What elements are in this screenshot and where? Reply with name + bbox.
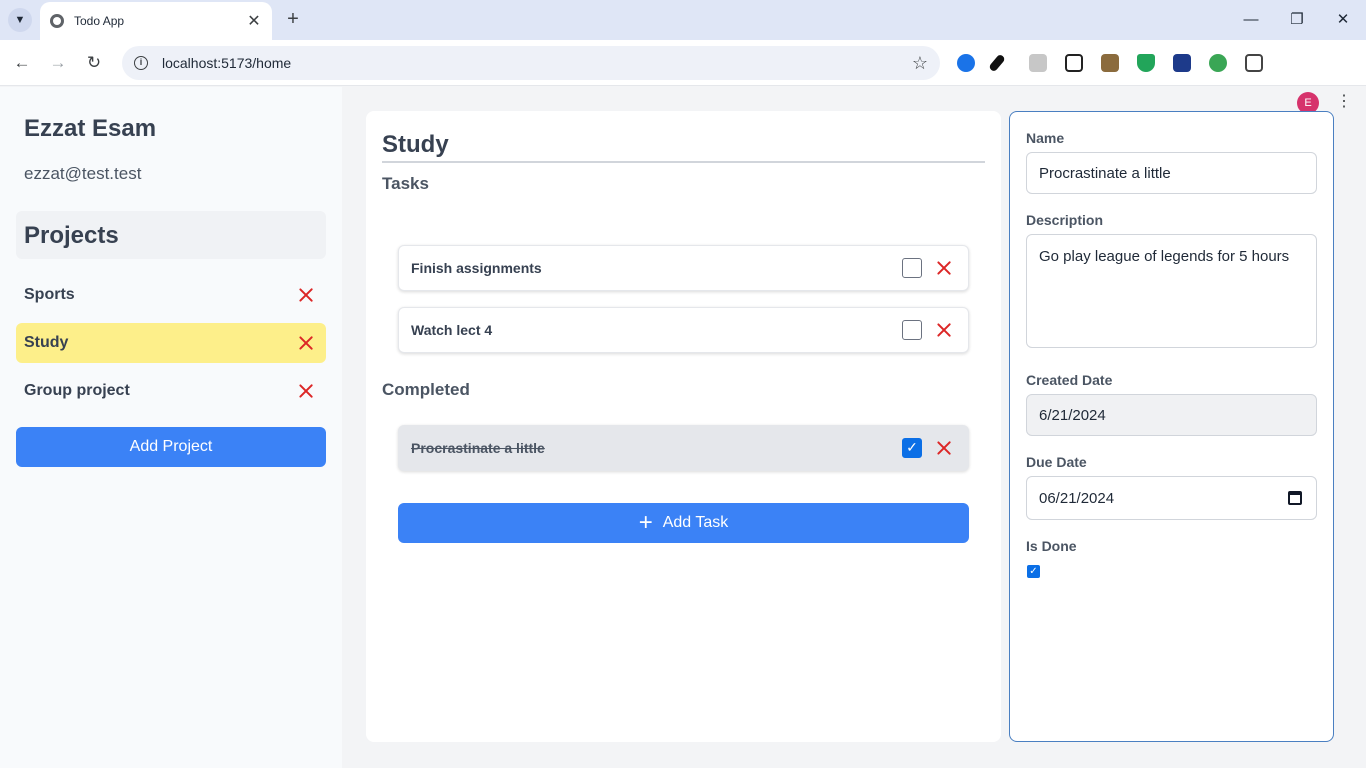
extension-shield-icon[interactable] <box>1137 54 1155 72</box>
browser-tab-strip: ▼ Todo App ✕ + — ❐ ✕ <box>0 0 1366 40</box>
restore-icon[interactable]: ❐ <box>1285 8 1309 32</box>
due-date-input[interactable]: 06/21/2024 <box>1026 476 1317 520</box>
projects-heading: Projects <box>24 222 119 249</box>
extension-globe-icon[interactable] <box>1209 54 1227 72</box>
delete-task-icon[interactable] <box>932 256 956 280</box>
url-text[interactable]: localhost:5173/home <box>162 55 912 71</box>
name-label: Name <box>1026 130 1065 146</box>
tab-favicon-icon <box>50 14 64 28</box>
task-row[interactable]: Finish assignments <box>398 245 969 291</box>
sidebar: Ezzat Esam ezzat@test.test Projects Spor… <box>0 87 342 768</box>
completed-task-row[interactable]: Procrastinate a little ✓ <box>398 425 969 471</box>
forward-arrow-icon[interactable]: → <box>46 51 70 75</box>
created-date-label: Created Date <box>1026 372 1113 388</box>
minimize-icon[interactable]: — <box>1239 8 1263 32</box>
delete-task-icon[interactable] <box>932 436 956 460</box>
new-tab-plus-icon[interactable]: + <box>282 8 304 30</box>
task-checkbox-checked[interactable]: ✓ <box>902 438 922 458</box>
project-item-group-project[interactable]: Group project <box>16 371 326 411</box>
extension-animal-icon[interactable] <box>1101 54 1119 72</box>
site-info-icon[interactable]: i <box>134 56 148 70</box>
browser-tab[interactable]: Todo App ✕ <box>40 2 272 40</box>
task-row[interactable]: Watch lect 4 <box>398 307 969 353</box>
delete-project-icon[interactable] <box>294 331 318 355</box>
project-label: Sports <box>24 286 75 303</box>
user-email: ezzat@test.test <box>24 164 142 183</box>
project-panel: Study Tasks Finish assignments Watch lec… <box>366 111 1001 742</box>
add-project-button[interactable]: Add Project <box>16 427 326 467</box>
extension-blue-icon[interactable] <box>1173 54 1191 72</box>
back-arrow-icon[interactable]: ← <box>10 51 34 75</box>
task-checkbox[interactable] <box>902 258 922 278</box>
delete-task-icon[interactable] <box>932 318 956 342</box>
description-value: Go play league of legends for 5 hours <box>1039 248 1290 265</box>
is-done-label: Is Done <box>1026 538 1077 554</box>
browser-toolbar: ← → ↻ i localhost:5173/home ☆ E ⋮ <box>0 40 1366 114</box>
project-item-study[interactable]: Study <box>16 323 326 363</box>
project-item-sports[interactable]: Sports <box>16 275 326 315</box>
task-label: Watch lect 4 <box>411 322 493 338</box>
reload-icon[interactable]: ↻ <box>82 51 106 75</box>
calendar-icon[interactable] <box>1288 491 1302 505</box>
created-date-field: 6/21/2024 <box>1026 394 1317 436</box>
project-title: Study <box>382 131 985 163</box>
is-done-checkbox[interactable]: ✓ <box>1027 565 1040 578</box>
user-name: Ezzat Esam <box>24 115 157 142</box>
tab-close-icon[interactable]: ✕ <box>246 11 262 31</box>
address-bar[interactable]: i localhost:5173/home ☆ <box>122 46 940 80</box>
extensions-puzzle-icon[interactable] <box>1245 54 1263 72</box>
browser-menu-icon[interactable]: ⋮ <box>1336 91 1352 111</box>
tab-title: Todo App <box>74 14 125 28</box>
created-date-value: 6/21/2024 <box>1039 406 1106 424</box>
extension-infinity-icon[interactable] <box>957 54 975 72</box>
project-label: Group project <box>24 382 130 399</box>
completed-heading: Completed <box>382 380 470 399</box>
window-close-icon[interactable]: ✕ <box>1331 8 1355 32</box>
tasks-heading: Tasks <box>382 174 429 193</box>
task-label: Procrastinate a little <box>411 440 545 456</box>
plus-icon: + <box>638 509 653 536</box>
bookmark-star-icon[interactable]: ☆ <box>912 53 928 74</box>
delete-project-icon[interactable] <box>294 283 318 307</box>
projects-header: Projects <box>16 211 326 259</box>
description-label: Description <box>1026 212 1104 228</box>
extension-pip-icon[interactable] <box>1065 54 1083 72</box>
due-date-value: 06/21/2024 <box>1039 489 1115 507</box>
task-label: Finish assignments <box>411 260 542 276</box>
add-task-button[interactable]: + Add Task <box>398 503 969 543</box>
delete-project-icon[interactable] <box>294 379 318 403</box>
task-detail-panel: Name Procrastinate a little Description … <box>1009 111 1334 742</box>
description-textarea[interactable]: Go play league of legends for 5 hours <box>1026 234 1317 348</box>
due-date-label: Due Date <box>1026 454 1087 470</box>
project-label: Study <box>24 334 69 351</box>
name-value: Procrastinate a little <box>1039 164 1171 182</box>
extension-gray-icon[interactable] <box>1029 54 1047 72</box>
task-checkbox[interactable] <box>902 320 922 340</box>
tab-search-chevron-icon[interactable]: ▼ <box>8 8 32 32</box>
name-input[interactable]: Procrastinate a little <box>1026 152 1317 194</box>
add-task-label: Add Task <box>662 514 729 531</box>
extension-pen-icon[interactable] <box>988 53 1006 73</box>
